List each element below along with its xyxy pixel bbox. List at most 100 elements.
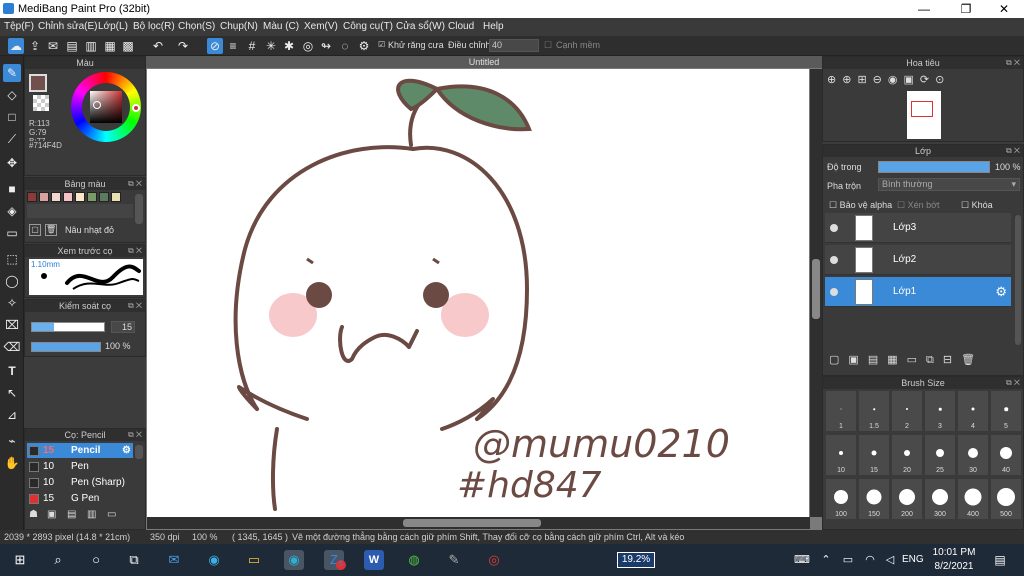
clipping-checkbox[interactable]: ☐ Xén bớt [897,200,940,211]
shape-tool-icon[interactable]: □ [3,108,21,126]
menu-capture[interactable]: Chụp(N) [220,21,258,32]
menu-view[interactable]: Xem(V) [304,21,338,32]
menu-help[interactable]: Help [483,21,504,32]
menu-edit[interactable]: Chỉnh sửa(E) [38,21,98,32]
brush-size-cell[interactable]: 3 [924,390,956,432]
minimize-button[interactable]: — [904,1,944,17]
brush-size-cell[interactable]: 30 [957,434,989,476]
layer-row[interactable]: Lớp3 [825,213,1011,243]
brush-size-cell[interactable]: 4 [957,390,989,432]
brush-size-cell[interactable]: 150 [858,478,890,520]
foreground-swatch[interactable] [29,74,47,92]
adjust-input[interactable]: 40 [489,39,539,52]
mail-icon[interactable]: ✉ [164,550,184,570]
gradient-tool-icon[interactable]: ▭ [3,224,21,242]
new-layer-1bit-icon[interactable]: ▤ [868,354,887,366]
delete-layer-icon[interactable]: 🗑 [961,354,984,366]
document-tab[interactable]: Untitled [146,56,822,68]
brush-item[interactable]: 15 G Pen [27,491,133,506]
edge-icon[interactable]: ◉ [204,550,224,570]
brush-size-cell[interactable]: 1.5 [858,390,890,432]
fit-icon[interactable]: ⊞ [857,74,872,86]
eyedropper-tool-icon[interactable]: ⌁ [3,432,21,450]
action-center-icon[interactable]: ▤ [990,550,1010,570]
word-icon[interactable]: W [364,550,384,570]
menu-tools[interactable]: Công cụ(T) [343,21,393,32]
windows-start-icon[interactable]: ⊞ [10,550,30,570]
up-arrow-icon[interactable]: ⌃ [816,550,836,570]
operation-tool-icon[interactable]: ↖ [3,384,21,402]
settings-icon[interactable]: ⚙ [356,38,372,54]
menu-color[interactable]: Màu (C) [263,21,299,32]
keyboard-icon[interactable]: ⌨ [792,550,812,570]
upload-icon[interactable]: ⇪ [27,38,43,54]
snap-curve-icon[interactable]: ↬ [318,38,334,54]
brush-size-cell[interactable]: 5 [990,390,1022,432]
zoom-icon[interactable]: ⊕ [827,74,842,86]
actual-size-icon[interactable]: ▣ [903,74,919,86]
color-wheel[interactable] [71,72,141,142]
brush-item[interactable]: 10 Pen [27,459,133,474]
brush-settings-icon[interactable]: ▥ [87,509,96,520]
line-tool-icon[interactable]: ⟋ [3,130,21,148]
clock[interactable]: 10:01 PM 8/2/2021 [932,547,976,572]
battery-icon[interactable]: ▭ [838,550,858,570]
snap-parallel-icon[interactable]: ≡ [225,38,241,54]
navigator-viewport[interactable] [911,101,933,117]
snap-circle-icon[interactable]: ◎ [300,38,316,54]
brush-add-icon[interactable]: ☗ [29,509,38,520]
antialias-checkbox[interactable]: ☑ [378,40,385,49]
horizontal-scroll-thumb[interactable] [403,519,541,527]
palette-swatch[interactable] [87,192,97,202]
language-indicator[interactable]: ENG [902,554,924,565]
transparent-swatch[interactable] [33,95,49,111]
vertical-scrollbar[interactable] [810,69,822,517]
layer-row[interactable]: Lớp2 [825,245,1011,275]
brush-size-cell[interactable]: 200 [891,478,923,520]
brush-size-cell[interactable]: 20 [891,434,923,476]
horizontal-scrollbar[interactable] [147,517,810,529]
snap-off-icon[interactable]: ⊘ [207,38,223,54]
hand-tool-icon[interactable]: ✋ [3,454,21,472]
brush-item[interactable]: 10 Pen (Sharp) [27,475,133,490]
brush-new-icon[interactable]: ▣ [47,509,56,520]
new-layer-8bit-icon[interactable]: ▣ [848,354,867,366]
palette-swatch[interactable] [63,192,73,202]
medibang-taskbar-icon[interactable]: ◉ [284,550,304,570]
zoom-in-icon[interactable]: ⊕ [842,74,857,86]
layer-row[interactable]: Lớp1 ⚙ [825,277,1011,307]
brush-size-cell[interactable]: 25 [924,434,956,476]
zoom-out-icon[interactable]: ⊖ [873,74,888,86]
layer-opacity-slider[interactable] [878,161,990,173]
hue-handle[interactable] [132,104,140,112]
palette-swatch[interactable] [111,192,121,202]
navigator-thumbnail[interactable] [907,91,941,139]
palette-swatch[interactable] [27,192,37,202]
brush-size-cell[interactable]: 10 [825,434,857,476]
snap-ellipse-icon[interactable]: ◌ [337,38,353,54]
brush-size-value[interactable]: 15 [111,321,135,333]
zalo-icon[interactable]: Z 5 [324,550,346,570]
brush-tool-icon[interactable]: ✎ [3,64,21,82]
brush-size-cell[interactable]: 1 [825,390,857,432]
redo-icon[interactable]: ↷ [175,38,191,54]
maximize-button[interactable]: ❐ [946,1,986,17]
brush-size-slider[interactable] [31,322,105,332]
wifi-icon[interactable]: ◠ [860,550,880,570]
lasso-tool-icon[interactable]: ◯ [3,272,21,290]
share-icon[interactable]: ▤ [64,38,80,54]
brush-item[interactable]: 15 Pencil ⚙ [27,443,133,458]
new-palette-icon[interactable]: ▢ [29,224,41,236]
palette-swatch[interactable] [99,192,109,202]
magic-wand-tool-icon[interactable]: ✧ [3,294,21,312]
folder-icon[interactable]: ▭ [907,354,926,366]
drawing-canvas[interactable]: @mumu0210 #hd847 [147,69,809,517]
select-eraser-tool-icon[interactable]: ⌫ [3,338,21,356]
brush-size-cell[interactable]: 400 [957,478,989,520]
palette-swatch[interactable] [75,192,85,202]
app-green-icon[interactable]: ◍ [404,550,424,570]
file-explorer-icon[interactable]: ▭ [244,550,264,570]
brush-settings-gear-icon[interactable]: ⚙ [122,443,131,458]
brush-size-cell[interactable]: 2 [891,390,923,432]
layer-visibility-icon[interactable] [830,256,838,264]
